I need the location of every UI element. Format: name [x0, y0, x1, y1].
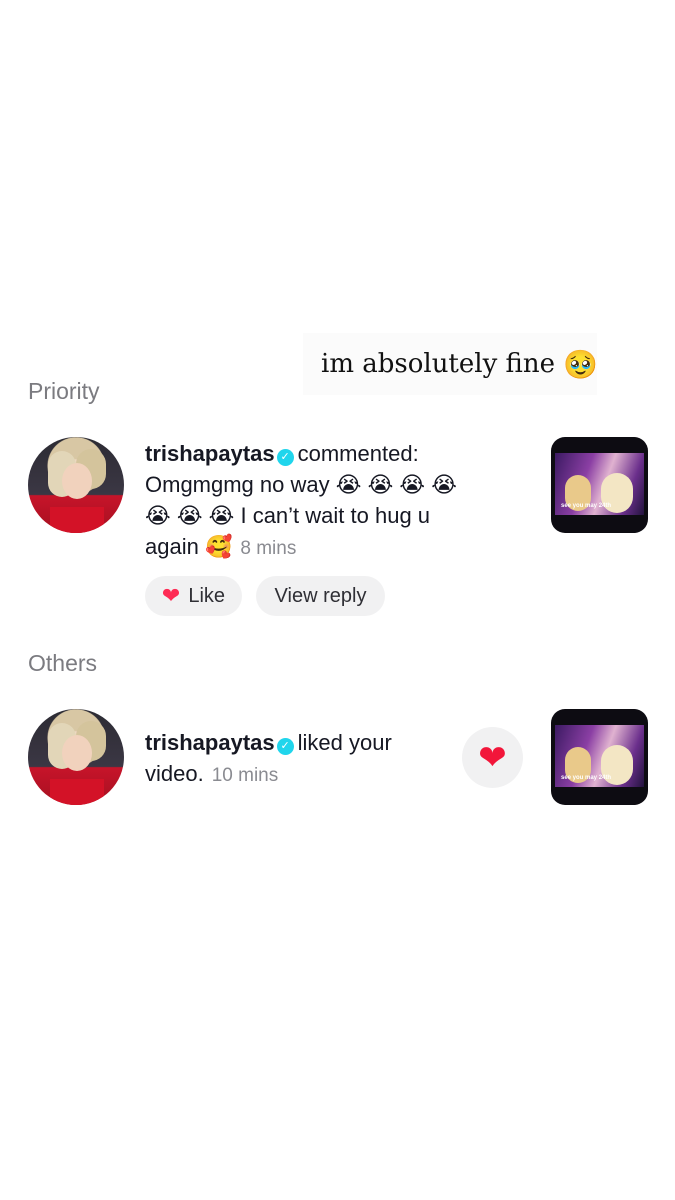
comment-text-line2: I can’t wait to hug u	[240, 503, 431, 528]
view-reply-label: View reply	[274, 584, 367, 607]
like-notification-text[interactable]: trishapaytas ✓ liked your video. 10 mins	[145, 727, 445, 791]
timestamp: 10 mins	[211, 765, 279, 786]
video-thumbnail[interactable]: see you may 24th	[551, 709, 648, 805]
video-thumbnail[interactable]: see you may 24th	[551, 437, 648, 533]
comment-notification-text[interactable]: trishapaytas ✓ commented: Omgmgmg no way 😭…	[145, 438, 525, 564]
like-button[interactable]: ❤ Like	[145, 576, 242, 616]
comment-text-line3: again	[145, 534, 199, 559]
pleading-face-emoji: 🥹	[563, 347, 598, 381]
notification-action-cont: video.	[145, 761, 204, 786]
crying-face-emoji-group: 😭 😭 😭 😭	[335, 472, 457, 497]
thumbnail-caption: see you may 24th	[561, 775, 612, 781]
story-caption: im absolutely fine 🥹	[303, 333, 598, 395]
comment-text-line1: Omgmgmg no way	[145, 472, 330, 497]
username[interactable]: trishapaytas	[145, 441, 275, 466]
username[interactable]: trishapaytas	[145, 730, 275, 755]
like-button-label: Like	[188, 584, 226, 607]
notification-action: liked your	[297, 730, 392, 755]
view-reply-button[interactable]: View reply	[256, 576, 385, 616]
notification-action: commented:	[297, 441, 419, 466]
section-label-priority: Priority	[28, 378, 100, 404]
crying-face-emoji-group: 😭 😭 😭	[145, 503, 235, 528]
timestamp: 8 mins	[240, 538, 297, 559]
liked-heart-icon[interactable]: ❤	[462, 727, 523, 788]
verified-badge-icon: ✓	[276, 738, 294, 755]
verified-badge-icon: ✓	[276, 449, 294, 466]
heart-icon: ❤	[161, 583, 181, 608]
avatar[interactable]	[28, 709, 124, 805]
caption-text: im absolutely fine	[321, 349, 556, 379]
avatar[interactable]	[28, 437, 124, 533]
smiling-hearts-emoji: 🥰	[204, 534, 233, 559]
thumbnail-caption: see you may 24th	[561, 503, 612, 509]
section-label-others: Others	[28, 650, 98, 676]
